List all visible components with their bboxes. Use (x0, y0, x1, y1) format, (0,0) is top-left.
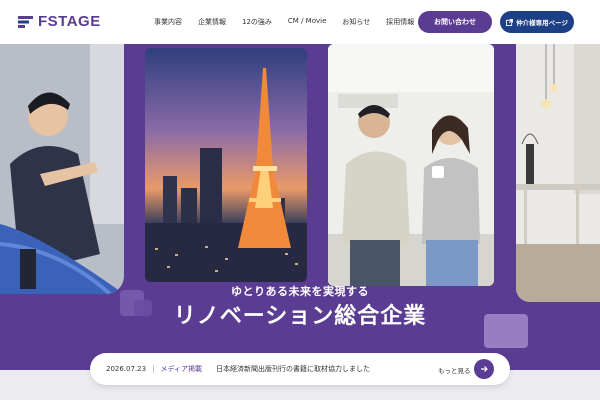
agent-page-button[interactable]: 仲介様専用ページ (500, 11, 574, 33)
nav-item-strengths[interactable]: 12の強み (242, 17, 272, 27)
logo-mark-icon (18, 16, 33, 28)
brand-name: FSTAGE (38, 13, 101, 30)
nav-item-company[interactable]: 企業情報 (198, 17, 226, 27)
nav-item-recruit[interactable]: 採用情報 (386, 17, 414, 27)
couple-photo (328, 44, 494, 286)
interior-photo (516, 44, 600, 302)
news-bar[interactable]: 2026.07.23 | メディア掲載 日本経済新聞出版刊行の書籍に取材協力しま… (90, 353, 510, 385)
news-title[interactable]: 日本経済新聞出版刊行の書籍に取材協力しました (216, 364, 370, 374)
news-separator: | (152, 365, 155, 373)
news-more-button[interactable] (474, 359, 494, 379)
worker-photo (0, 44, 124, 294)
logo[interactable]: FSTAGE (18, 13, 101, 30)
agent-button-label: 仲介様専用ページ (516, 19, 568, 27)
news-category[interactable]: メディア掲載 (160, 364, 202, 374)
arrow-right-icon (481, 366, 488, 372)
nav-item-business[interactable]: 事業内容 (154, 17, 182, 27)
tokyo-tower-photo (145, 48, 307, 282)
contact-button[interactable]: お問い合わせ (418, 11, 492, 33)
external-link-icon (506, 18, 514, 26)
main-nav: 事業内容 企業情報 12の強み CM / Movie お知らせ 採用情報 (154, 17, 430, 27)
nav-item-news[interactable]: お知らせ (342, 17, 370, 27)
nav-item-cm-movie[interactable]: CM / Movie (288, 17, 326, 27)
news-date: 2026.07.23 (106, 365, 147, 373)
hero-maincopy: リノベーション総合企業 (173, 304, 427, 329)
hero-subcopy: ゆとりある未来を実現する (231, 285, 369, 298)
news-more-link[interactable]: もっと見る (438, 365, 471, 375)
site-header: FSTAGE 事業内容 企業情報 12の強み CM / Movie お知らせ 採… (0, 0, 600, 44)
contact-button-label: お問い合わせ (434, 18, 476, 26)
